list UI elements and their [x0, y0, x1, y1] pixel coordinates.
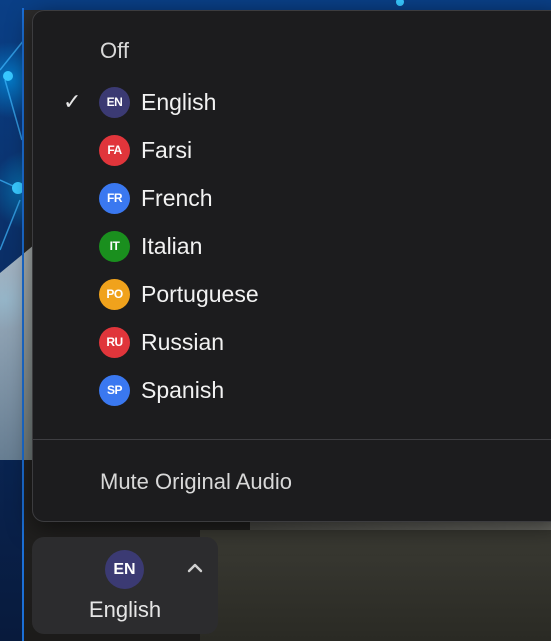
menu-item-label: Portuguese: [141, 280, 259, 307]
language-badge-en: EN: [99, 86, 130, 118]
menu-item-spanish[interactable]: SP Spanish: [33, 366, 551, 414]
video-bottom: [200, 530, 551, 641]
menu-item-label: English: [141, 88, 217, 115]
language-badge-po: PO: [99, 278, 130, 310]
menu-item-label: Spanish: [141, 376, 225, 403]
language-badge-sp: SP: [99, 374, 130, 406]
interpretation-language-button[interactable]: EN English: [32, 537, 218, 634]
language-badge-fr: FR: [99, 182, 130, 214]
language-badge-fa: FA: [99, 134, 130, 166]
language-list: ✓ EN English FA Farsi FR French IT Itali…: [33, 78, 551, 414]
language-interpretation-menu: Off ✓ EN English FA Farsi FR French IT I…: [32, 10, 551, 522]
menu-item-label: Italian: [141, 232, 203, 259]
menu-item-french[interactable]: FR French: [33, 174, 551, 222]
menu-item-label: Farsi: [141, 136, 193, 163]
menu-item-portuguese[interactable]: PO Portuguese: [33, 270, 551, 318]
chevron-up-icon[interactable]: [184, 557, 206, 579]
menu-divider: [33, 439, 551, 440]
window-frame-border: [22, 8, 24, 641]
menu-item-english[interactable]: ✓ EN English: [33, 78, 551, 126]
menu-item-russian[interactable]: RU Russian: [33, 318, 551, 366]
menu-item-italian[interactable]: IT Italian: [33, 222, 551, 270]
menu-item-label: Russian: [141, 328, 225, 355]
checkmark-icon: ✓: [63, 89, 82, 114]
menu-item-farsi[interactable]: FA Farsi: [33, 126, 551, 174]
mute-original-audio-option[interactable]: Mute Original Audio: [100, 466, 292, 498]
menu-item-label: French: [141, 184, 213, 211]
language-button-label: English: [88, 597, 162, 622]
language-badge-it: IT: [99, 230, 130, 262]
language-badge-en: EN: [105, 550, 144, 589]
menu-item-off[interactable]: Off: [100, 35, 129, 67]
language-badge-ru: RU: [99, 326, 130, 358]
